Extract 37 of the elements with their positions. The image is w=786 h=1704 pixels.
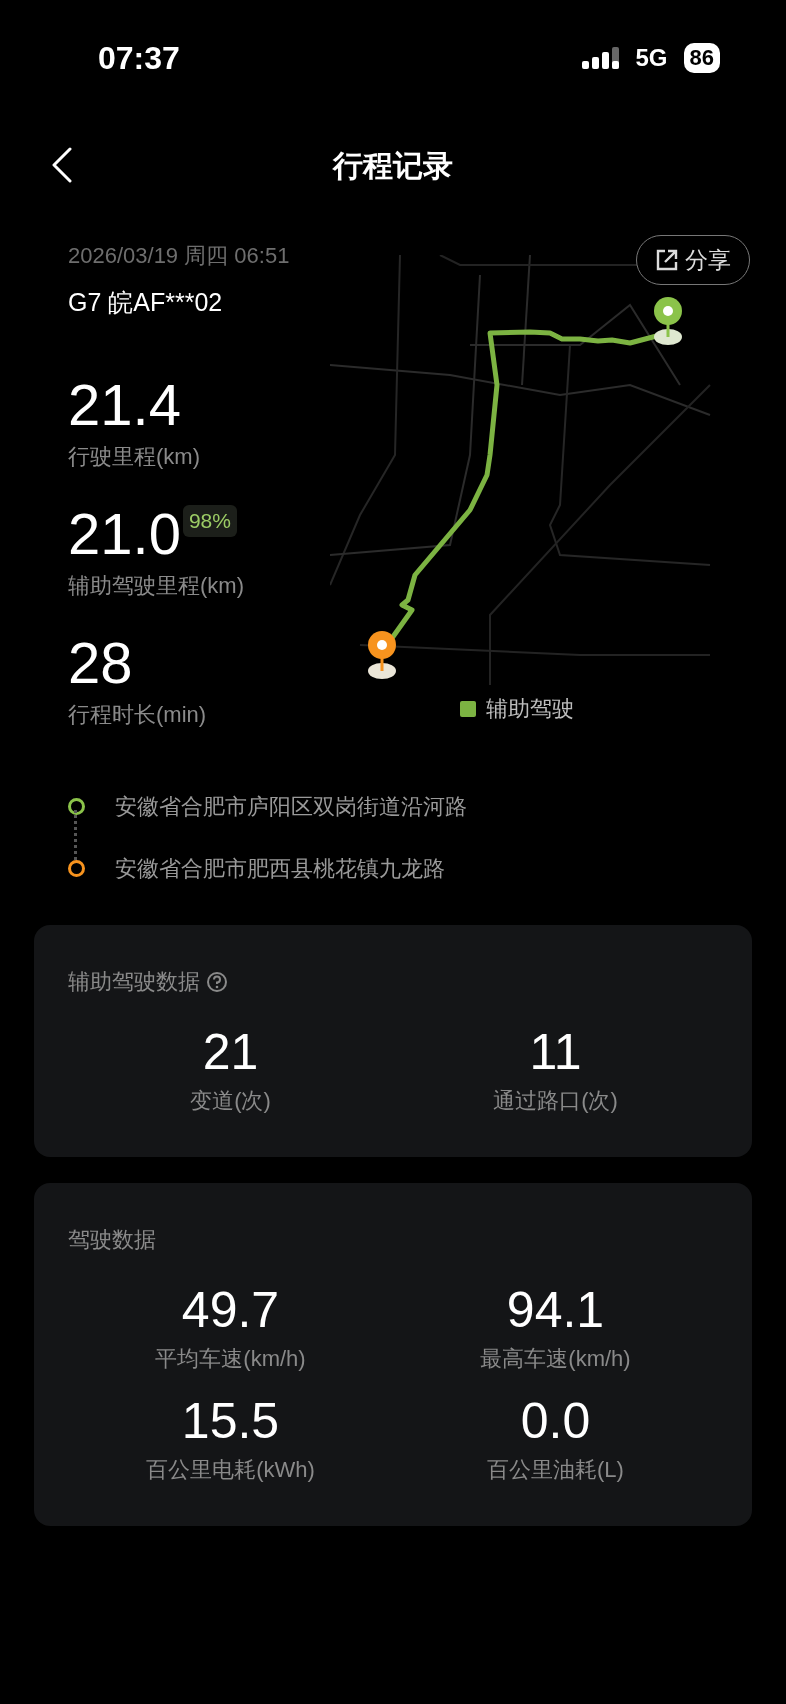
battery-level: 86 <box>683 42 720 73</box>
metric-value: 0.0 <box>520 1393 591 1449</box>
legend-label: 辅助驾驶 <box>486 695 574 723</box>
status-time: 07:37 <box>98 38 180 78</box>
stat-value: 21.0 <box>68 502 181 565</box>
trip-datetime: 2026/03/19 周四 06:51 <box>68 242 291 270</box>
metric-label: 百公里油耗(L) <box>487 1456 624 1484</box>
metric-label: 最高车速(km/h) <box>480 1345 631 1373</box>
card-title: 辅助驾驶数据 <box>68 968 200 996</box>
start-pin-icon <box>654 297 682 345</box>
metric-label: 通过路口(次) <box>493 1087 618 1115</box>
stat-label: 行程时长(min) <box>68 700 208 729</box>
metric-value: 49.7 <box>181 1282 280 1338</box>
help-icon[interactable] <box>206 970 228 993</box>
metric-value: 15.5 <box>181 1393 280 1449</box>
metric-value: 21 <box>202 1024 259 1080</box>
stat-label: 行驶里程(km) <box>68 442 201 471</box>
share-icon <box>655 248 679 272</box>
metric-label: 变道(次) <box>190 1087 271 1115</box>
address-text: 安徽省合肥市庐阳区双岗街道沿河路 <box>115 792 467 821</box>
share-button[interactable]: 分享 <box>636 235 750 285</box>
network-label: 5G <box>635 42 668 73</box>
metric-label: 平均车速(km/h) <box>155 1345 306 1373</box>
metric-value: 11 <box>529 1024 582 1080</box>
percent-badge: 98% <box>182 504 237 537</box>
stat-value: 28 <box>68 631 133 694</box>
metric-value: 94.1 <box>506 1282 605 1338</box>
end-pin-icon <box>368 631 396 679</box>
signal-icon <box>581 46 622 69</box>
address-text: 安徽省合肥市肥西县桃花镇九龙路 <box>115 854 445 883</box>
stat-label: 辅助驾驶里程(km) <box>68 571 245 600</box>
vehicle-plate: G7 皖AF***02 <box>68 287 224 318</box>
metric-label: 百公里电耗(kWh) <box>146 1456 315 1484</box>
back-icon[interactable] <box>50 147 74 183</box>
card-title: 驾驶数据 <box>68 1226 156 1254</box>
stat-value: 21.4 <box>68 373 181 436</box>
page-title: 行程记录 <box>333 147 453 184</box>
